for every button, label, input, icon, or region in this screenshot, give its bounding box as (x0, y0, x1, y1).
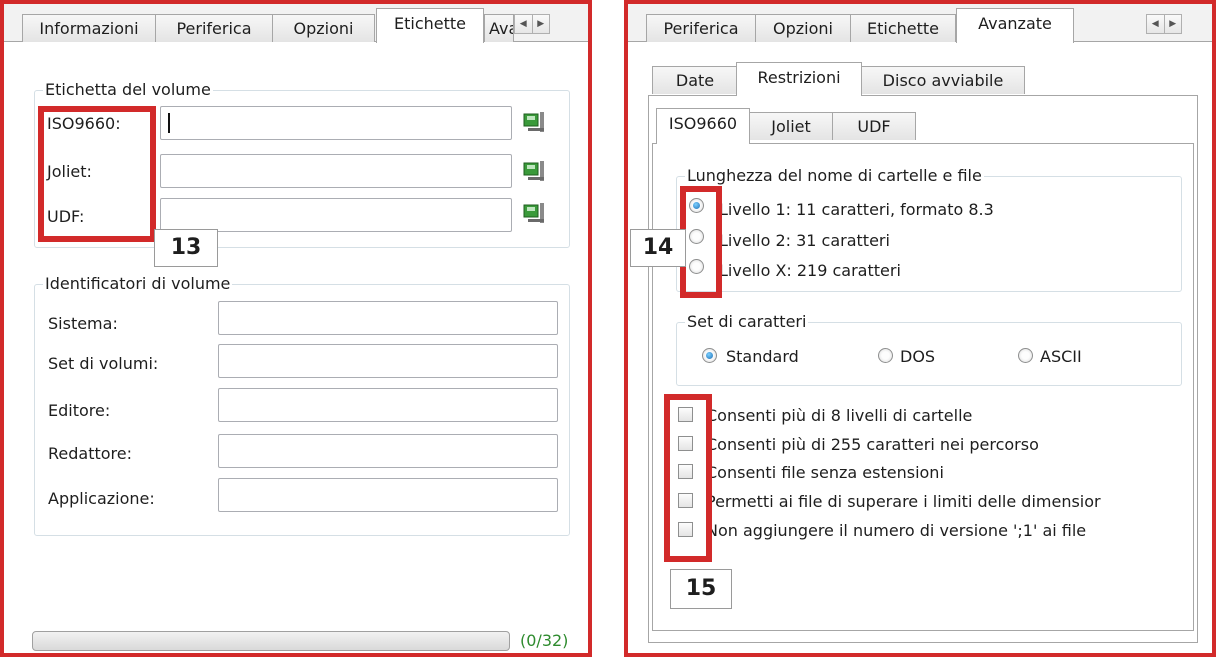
tab-opzioni[interactable]: Opzioni (272, 14, 375, 42)
checkbox-deep-dirs-label: Consenti più di 8 livelli di cartelle (706, 406, 973, 425)
tab-periferica[interactable]: Periferica (155, 14, 273, 42)
applicazione-field[interactable] (218, 478, 558, 512)
dos-label: DOS (900, 347, 936, 366)
checkbox-long-paths-label: Consenti più di 255 caratteri nei percor… (706, 435, 1039, 454)
tab-periferica[interactable]: Periferica (646, 14, 756, 42)
volume-label-group-title: Etichetta del volume (43, 80, 213, 99)
checkbox-size-limit-label: Permetti ai file di superare i limiti de… (706, 492, 1101, 511)
dos-radio[interactable] (878, 348, 893, 363)
editore-field[interactable] (218, 388, 558, 422)
tab-avanzate[interactable]: Avanzate (956, 8, 1074, 43)
text-caret (168, 113, 170, 133)
redattore-field[interactable] (218, 434, 558, 468)
scroll-left-icon[interactable]: ◀ (1147, 15, 1164, 33)
redattore-label: Redattore: (48, 444, 132, 463)
advanced-panel: Periferica Opzioni Etichette Avanzate ◀ … (624, 0, 1216, 657)
labels-panel: Informazioni Periferica Opzioni Etichett… (0, 0, 592, 657)
filesystem-label-icon[interactable] (522, 110, 548, 134)
levelx-label: Livello X: 219 caratteri (719, 261, 901, 280)
callout-14: 14 (630, 229, 686, 267)
level2-label: Livello 2: 31 caratteri (719, 231, 890, 250)
highlight-box-15 (664, 394, 712, 562)
applicazione-label: Applicazione: (48, 489, 155, 508)
highlight-box-13 (38, 106, 156, 242)
name-length-group-title: Lunghezza del nome di cartelle e file (685, 166, 984, 185)
subtab-restrizioni[interactable]: Restrizioni (736, 62, 862, 96)
tab-opzioni[interactable]: Opzioni (755, 14, 851, 42)
fs-tab-iso9660[interactable]: ISO9660 (656, 108, 750, 144)
tab-etichette[interactable]: Etichette (376, 8, 484, 43)
level1-label: Livello 1: 11 caratteri, formato 8.3 (719, 200, 994, 219)
charset-group-title: Set di caratteri (685, 312, 809, 331)
standard-radio[interactable] (702, 348, 717, 363)
subtab-disco-avviabile[interactable]: Disco avviabile (861, 66, 1025, 94)
tab-avanzate[interactable]: Avanzate (484, 14, 514, 42)
udf-field[interactable] (160, 198, 512, 232)
highlight-box-14 (680, 186, 722, 298)
tab-strip: Periferica Opzioni Etichette Avanzate ◀ … (628, 4, 1212, 43)
fs-tab-joliet[interactable]: Joliet (749, 112, 833, 140)
sistema-field[interactable] (218, 301, 558, 335)
progress-bar (32, 631, 510, 651)
checkbox-no-version-label: Non aggiungere il numero di versione ';1… (706, 521, 1087, 540)
fs-tab-udf[interactable]: UDF (832, 112, 916, 140)
set-di-volumi-label: Set di volumi: (48, 354, 159, 373)
set-di-volumi-field[interactable] (218, 344, 558, 378)
filesystem-label-icon[interactable] (522, 201, 548, 225)
scroll-left-icon[interactable]: ◀ (515, 15, 532, 33)
tab-etichette[interactable]: Etichette (850, 14, 956, 42)
tab-scroll-arrows[interactable]: ◀ ▶ (514, 14, 550, 34)
iso9660-field[interactable] (160, 106, 512, 140)
volume-identifiers-group-title: Identificatori di volume (43, 274, 233, 293)
sistema-label: Sistema: (48, 314, 118, 333)
standard-label: Standard (726, 347, 799, 366)
tab-strip: Informazioni Periferica Opzioni Etichett… (4, 4, 588, 43)
ascii-radio[interactable] (1018, 348, 1033, 363)
scroll-right-icon[interactable]: ▶ (531, 15, 550, 33)
callout-13: 13 (154, 229, 218, 267)
joliet-field[interactable] (160, 154, 512, 188)
tab-informazioni[interactable]: Informazioni (22, 14, 156, 42)
filesystem-label-icon[interactable] (522, 159, 548, 183)
tab-scroll-arrows[interactable]: ◀ ▶ (1146, 14, 1182, 34)
progress-count: (0/32) (520, 631, 569, 650)
ascii-label: ASCII (1040, 347, 1082, 366)
callout-15: 15 (670, 569, 732, 609)
subtab-date[interactable]: Date (652, 66, 738, 94)
scroll-right-icon[interactable]: ▶ (1163, 15, 1182, 33)
checkbox-no-extension-label: Consenti file senza estensioni (706, 463, 944, 482)
editore-label: Editore: (48, 401, 111, 420)
